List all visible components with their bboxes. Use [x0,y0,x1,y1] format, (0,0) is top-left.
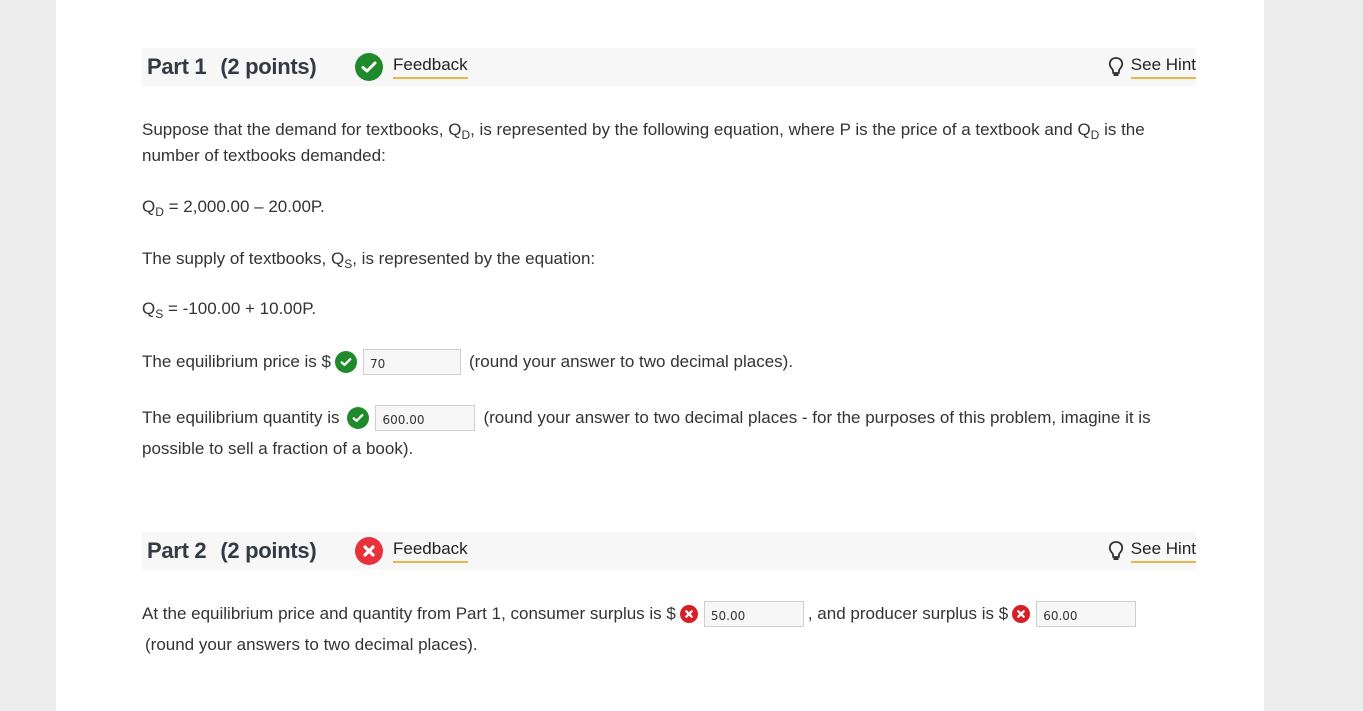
demand-eq-rhs: = 2,000.00 – 20.00P. [163,197,325,216]
lightbulb-icon [1108,56,1124,83]
x-circle-icon [1012,605,1031,623]
supply-intro-a: The supply of textbooks, Q [142,249,345,268]
demand-eq-sub: D [155,205,164,219]
supply-equation: QS = -100.00 + 10.00P. [142,296,1196,322]
supply-intro-text: The supply of textbooks, QS, is represen… [142,246,1196,272]
lightbulb-icon [1108,540,1124,567]
equilibrium-price-input[interactable] [362,349,461,375]
part2-see-hint-label: See Hint [1130,539,1196,563]
part1-title: Part 1 (2 points) [147,54,317,80]
part1-see-hint-label: See Hint [1130,55,1196,79]
surplus-question: At the equilibrium price and quantity fr… [142,601,1140,627]
part2-see-hint-button[interactable]: See Hint [1108,539,1196,567]
part1-header: Part 1 (2 points) Feedback See Hint [142,48,1196,86]
surplus-question-label-a: At the equilibrium price and quantity fr… [142,604,676,623]
check-circle-icon [355,53,383,81]
price-question-label: The equilibrium price is $ [142,352,331,371]
demand-eq-q: Q [142,197,156,216]
producer-surplus-input[interactable] [1036,601,1137,627]
price-question-suffix: (round your answer to two decimal places… [468,352,794,371]
supply-intro-b: , is represented by the equation: [352,249,596,268]
consumer-surplus-input[interactable] [703,601,804,627]
quantity-question-label: The equilibrium quantity is [142,408,340,427]
check-circle-icon [334,351,357,373]
quantity-question-suffix: (round your answer to two decimal places… [483,408,1151,427]
part1-feedback-link[interactable]: Feedback [393,55,468,79]
intro-text-a: Suppose that the demand for textbooks, Q [142,120,462,139]
demand-intro-text: Suppose that the demand for textbooks, Q… [142,117,1196,169]
supply-eq-rhs: = -100.00 + 10.00P. [163,299,317,318]
equilibrium-price-question: The equilibrium price is $ (round your a… [142,349,793,375]
x-circle-icon [355,537,383,565]
demand-equation: QD = 2,000.00 – 20.00P. [142,194,1196,220]
part2-title: Part 2 (2 points) [147,538,317,564]
intro-text-b: , is represented by the following equati… [470,120,1091,139]
part1-see-hint-button[interactable]: See Hint [1108,55,1196,83]
surplus-question-label-b: , and producer surplus is $ [807,604,1009,623]
intro-sub-a: D [461,128,471,142]
part2-points: (2 points) [220,538,317,563]
check-circle-icon [347,407,370,429]
equilibrium-quantity-question: The equilibrium quantity is (round your … [142,405,1151,431]
part2-label: Part 2 [147,538,207,563]
part1-label: Part 1 [147,54,207,79]
equilibrium-quantity-input[interactable] [375,405,476,431]
quantity-question-suffix-line2: possible to sell a fraction of a book). [142,439,414,458]
part1-points: (2 points) [220,54,317,79]
part2-feedback-link[interactable]: Feedback [393,539,468,563]
part2-header: Part 2 (2 points) Feedback See Hint [142,532,1196,570]
surplus-question-suffix: (round your answers to two decimal place… [145,635,478,654]
supply-eq-q: Q [142,299,156,318]
x-circle-icon [679,605,698,623]
